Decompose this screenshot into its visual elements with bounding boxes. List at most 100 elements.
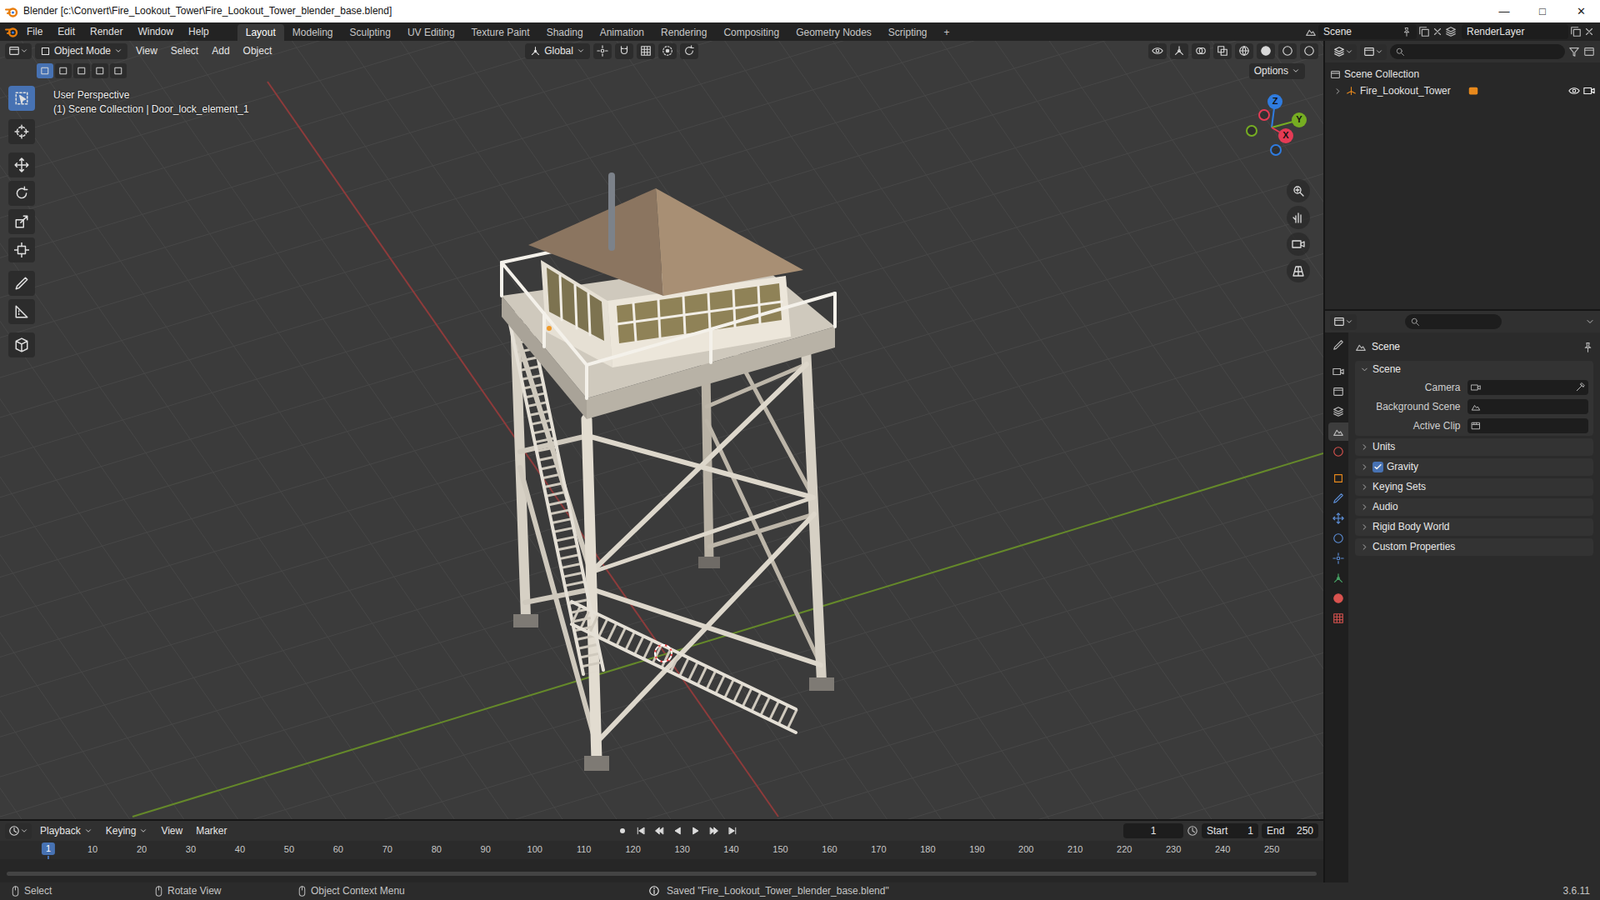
transform-tool[interactable]: [8, 237, 35, 263]
panel-checkbox[interactable]: [1372, 461, 1384, 473]
physics-tab[interactable]: [1328, 529, 1349, 548]
proportional-button[interactable]: [658, 43, 677, 60]
data-tab[interactable]: [1328, 569, 1349, 588]
play-button[interactable]: [688, 823, 704, 839]
menu-item[interactable]: File: [20, 24, 50, 40]
zoom-button[interactable]: [1286, 179, 1310, 203]
workspace-tab[interactable]: Layout: [237, 24, 285, 41]
mode-dropdown[interactable]: Object Mode: [35, 43, 128, 60]
negative-axis-handle[interactable]: [1258, 109, 1270, 121]
maximize-button[interactable]: □: [1523, 5, 1562, 19]
next-keyframe-button[interactable]: [706, 823, 722, 839]
selection-mode-button[interactable]: [110, 63, 127, 79]
viewport-menu[interactable]: View: [130, 43, 163, 59]
rendered-shading-button[interactable]: [1300, 43, 1319, 60]
jump-start-button[interactable]: [633, 823, 649, 839]
view-layer-tab[interactable]: [1328, 402, 1349, 421]
add-cube-tool[interactable]: [8, 332, 35, 358]
timeline-menu[interactable]: Marker: [190, 823, 232, 839]
timeline-menu[interactable]: View: [155, 823, 188, 839]
editor-type-button[interactable]: [5, 43, 32, 60]
camera-view-button[interactable]: [1286, 232, 1310, 256]
output-tab[interactable]: [1328, 382, 1349, 401]
selection-mode-button[interactable]: [91, 63, 109, 79]
rotate-tool[interactable]: [8, 180, 35, 206]
property-field[interactable]: [1467, 399, 1589, 415]
gizmo-button[interactable]: [1170, 43, 1189, 60]
workspace-tab[interactable]: Scripting: [880, 24, 936, 41]
playhead[interactable]: 1: [41, 842, 55, 855]
workspace-tab[interactable]: Compositing: [715, 24, 788, 41]
jump-end-button[interactable]: [725, 823, 740, 839]
3d-viewport[interactable]: Object ModeViewSelectAddObjectGlobal Opt…: [0, 40, 1324, 820]
modifiers-tab[interactable]: [1328, 489, 1349, 508]
scene-tab[interactable]: [1328, 422, 1349, 441]
outliner-row[interactable]: Fire_Lookout_Tower: [1325, 82, 1600, 100]
add-workspace-button[interactable]: +: [935, 24, 959, 41]
perspective-button[interactable]: [1286, 259, 1310, 283]
object-tab[interactable]: [1328, 469, 1349, 488]
frame-ruler[interactable]: 1020304050607080901001101201301401501601…: [0, 840, 1324, 860]
visibility-button[interactable]: [1148, 43, 1167, 60]
panel-header[interactable]: Keying Sets: [1355, 478, 1594, 496]
close-button[interactable]: ✕: [1561, 5, 1600, 19]
world-tab[interactable]: [1328, 442, 1349, 461]
menu-item[interactable]: Edit: [50, 24, 82, 40]
material-tab[interactable]: [1328, 589, 1349, 608]
workspace-tab[interactable]: Sculpting: [341, 24, 400, 41]
orientation-dropdown[interactable]: Global: [525, 43, 590, 60]
overlay-button[interactable]: [1191, 43, 1210, 60]
properties-search-field[interactable]: [1405, 314, 1502, 330]
selection-mode-button[interactable]: [73, 63, 90, 79]
wireframe-shading-button[interactable]: [1235, 43, 1254, 60]
scene-render[interactable]: [0, 40, 1324, 820]
panel-header[interactable]: Units: [1355, 438, 1594, 456]
selection-mode-button[interactable]: [36, 63, 54, 79]
negative-axis-handle[interactable]: [1270, 144, 1282, 156]
constraints-tab[interactable]: [1328, 549, 1349, 568]
view-layer-field[interactable]: RenderLayer: [1461, 24, 1569, 40]
property-field[interactable]: [1467, 418, 1589, 434]
workspace-tab[interactable]: Shading: [538, 24, 592, 41]
snap-button[interactable]: [615, 43, 634, 60]
start-frame-field[interactable]: Start1: [1201, 823, 1259, 839]
pan-button[interactable]: [1286, 205, 1310, 230]
property-field[interactable]: [1467, 380, 1589, 395]
workspace-tab[interactable]: Geometry Nodes: [787, 24, 880, 41]
negative-axis-handle[interactable]: [1245, 125, 1258, 137]
options-dropdown[interactable]: Options: [1249, 63, 1305, 80]
cursor-tool[interactable]: [8, 119, 35, 145]
workspace-tab[interactable]: Animation: [591, 24, 653, 41]
record-button[interactable]: [615, 823, 630, 839]
axis-handle[interactable]: X: [1278, 128, 1294, 144]
panel-header[interactable]: Custom Properties: [1355, 538, 1594, 556]
selection-mode-button[interactable]: [55, 63, 72, 79]
axis-handle[interactable]: Y: [1291, 112, 1307, 128]
falloff-button[interactable]: [680, 43, 699, 60]
measure-tool[interactable]: [8, 299, 35, 325]
display-mode-button[interactable]: [1360, 44, 1387, 60]
material-shading-button[interactable]: [1278, 43, 1297, 60]
scene-field[interactable]: Scene: [1318, 24, 1417, 40]
current-frame-field[interactable]: 1: [1123, 823, 1184, 839]
minimize-button[interactable]: —: [1485, 5, 1524, 19]
move-tool[interactable]: [8, 152, 35, 178]
select-tool[interactable]: [8, 85, 35, 111]
play-reverse-button[interactable]: [670, 823, 685, 839]
solid-shading-button[interactable]: [1256, 43, 1275, 60]
viewport-menu[interactable]: Select: [165, 43, 204, 59]
panel-header[interactable]: Audio: [1355, 498, 1594, 516]
render-tab[interactable]: [1328, 362, 1349, 381]
workspace-tab[interactable]: UV Editing: [399, 24, 464, 41]
timeline-menu[interactable]: Playback: [35, 823, 98, 839]
previous-keyframe-button[interactable]: [651, 823, 667, 839]
tool-tab[interactable]: [1328, 335, 1349, 355]
panel-header[interactable]: Rigid Body World: [1355, 518, 1594, 536]
editor-type-button[interactable]: [1330, 314, 1357, 330]
panel-header[interactable]: Gravity: [1355, 458, 1594, 476]
timeline-track[interactable]: [0, 859, 1324, 883]
menu-item[interactable]: Help: [181, 24, 216, 40]
workspace-tab[interactable]: Modeling: [284, 24, 342, 41]
menu-item[interactable]: Render: [83, 24, 130, 40]
annotate-tool[interactable]: [8, 270, 35, 296]
